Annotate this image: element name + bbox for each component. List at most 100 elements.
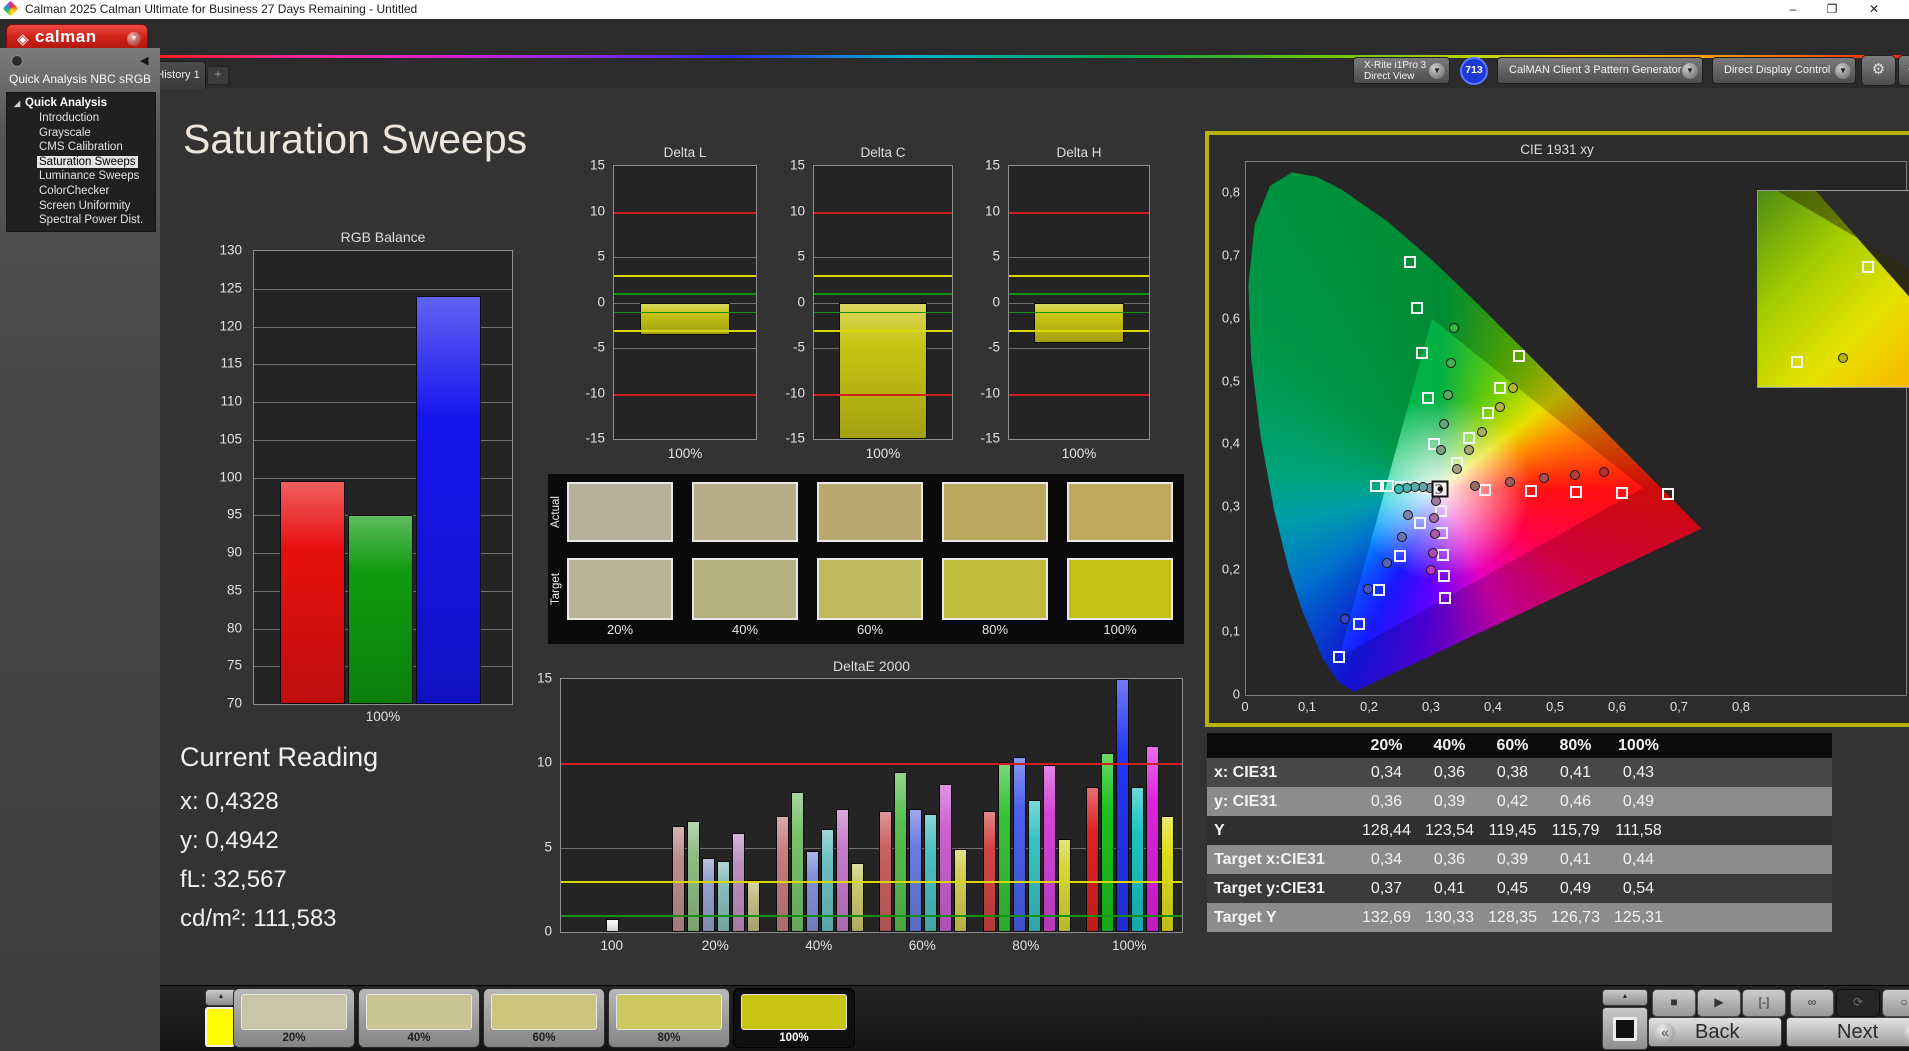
sidebar-item-introduction[interactable]: Introduction — [7, 111, 155, 126]
cie-target-square — [1438, 570, 1450, 582]
pattern-swatch — [741, 994, 847, 1030]
display-control-dropdown[interactable]: Direct Display Control ▼ — [1712, 57, 1856, 84]
gear-icon[interactable]: ⚙ — [1861, 55, 1896, 86]
meter-status-indicator — [1355, 59, 1359, 82]
delta_c-ytick: -5 — [793, 340, 805, 355]
results-table: 20%40%60%80%100%x: CIE310,340,360,380,41… — [1207, 733, 1832, 932]
sidebar-item-screen-uniformity[interactable]: Screen Uniformity — [7, 199, 155, 214]
pattern-button-60%[interactable]: 60% — [483, 988, 605, 1048]
delta_h-ytick: -5 — [988, 340, 1000, 355]
rgb-ytick: 70 — [227, 696, 242, 711]
delta_c-ytick: 5 — [797, 249, 805, 264]
next-button[interactable]: Next» — [1786, 1017, 1909, 1047]
table-row-label: Target y:CIE31 — [1207, 874, 1355, 903]
delta_l-ytick: 10 — [590, 203, 605, 218]
chevron-down-icon[interactable]: ▼ — [1835, 63, 1851, 79]
sidebar-item-cms-calibration[interactable]: CMS Calibration — [7, 140, 155, 155]
close-button[interactable]: ✕ — [1857, 0, 1891, 19]
rgb-ytick: 115 — [220, 356, 242, 371]
deltae-chart — [560, 678, 1183, 933]
sidebar-item-luminance-sweeps[interactable]: Luminance Sweeps — [7, 169, 155, 184]
sidebar-item-colorchecker[interactable]: ColorChecker — [7, 184, 155, 199]
collapse-panel-button[interactable]: ◀ — [1898, 55, 1909, 86]
pattern-source-dropdown[interactable]: CalMAN Client 3 Pattern Generator ▼ — [1497, 57, 1703, 84]
cie-measured-point — [1508, 383, 1518, 393]
minimize-button[interactable]: – — [1776, 0, 1810, 19]
cie-ytick: 0,3 — [1222, 498, 1240, 513]
delta_l-chart — [613, 165, 757, 440]
cie-title: CIE 1931 xy — [1209, 142, 1905, 157]
table-cell: 130,33 — [1418, 903, 1481, 932]
play-icon[interactable]: ▶ — [1697, 989, 1741, 1017]
page-title: Saturation Sweeps — [183, 116, 527, 163]
table-cell: 0,41 — [1544, 758, 1607, 787]
calman-app-window: Calman 2025 Calman Ultimate for Business… — [0, 0, 1909, 1051]
sidebar-item-saturation-sweeps[interactable]: Saturation Sweeps — [7, 155, 155, 170]
reference-line — [814, 275, 952, 277]
table-cell: 0,46 — [1544, 787, 1607, 816]
reference-line — [614, 212, 756, 214]
cie-measured-point — [1439, 419, 1449, 429]
current-reading-cdm: cd/m²: 111,583 — [180, 905, 337, 933]
gridline — [1009, 348, 1149, 349]
back-button[interactable]: «Back — [1648, 1017, 1782, 1047]
table-cell: 111,58 — [1607, 816, 1670, 845]
sidebar-dot-icon[interactable] — [11, 55, 23, 67]
cie-ytick: 0,6 — [1222, 310, 1240, 325]
table-cell: 0,39 — [1418, 787, 1481, 816]
deltae-xaxis: 10020%40%60%80%100% — [560, 936, 1183, 954]
refresh-icon[interactable]: ⟳ — [1836, 989, 1880, 1017]
rgb-ytick: 125 — [219, 280, 242, 295]
cie-target-square — [1479, 484, 1491, 496]
delta_c-ytick: -15 — [785, 431, 805, 446]
pattern-window-button[interactable] — [1602, 1007, 1648, 1050]
gridline — [1009, 257, 1149, 258]
cie-measured-point — [1495, 402, 1505, 412]
step-icon[interactable]: [-] — [1742, 989, 1786, 1017]
cie-measured-point — [1446, 358, 1456, 368]
pattern-button-80%[interactable]: 80% — [608, 988, 730, 1048]
delta_l-title: Delta L — [613, 145, 757, 160]
sidebar-item-grayscale[interactable]: Grayscale — [7, 126, 155, 141]
current-pattern-swatch[interactable] — [205, 1007, 235, 1047]
table-row-label: x: CIE31 — [1207, 758, 1355, 787]
stop-pattern-icon[interactable]: ■ — [1652, 989, 1696, 1017]
pattern-window-up-button[interactable]: ▲ — [1602, 989, 1648, 1006]
swatch-col-label: 100% — [1067, 622, 1173, 637]
cie-target-square — [1416, 347, 1428, 359]
table-row: Y128,44123,54119,45115,79111,58 — [1207, 816, 1832, 845]
chevron-down-icon[interactable]: ▼ — [1682, 63, 1698, 79]
tree-expand-icon[interactable]: ◢ — [14, 96, 20, 111]
cie-measured-point — [1429, 513, 1439, 523]
swatch-col-label: 60% — [817, 622, 923, 637]
sidebar-item-spectral-power-dist-[interactable]: Spectral Power Dist. — [7, 213, 155, 228]
delta_c-ytick: 10 — [790, 203, 805, 218]
table-cell: 0,36 — [1418, 845, 1481, 874]
cie-target-square — [1404, 256, 1416, 268]
meter-dropdown[interactable]: X-Rite i1Pro 3 Direct View ▼ — [1353, 57, 1450, 84]
current-reading-fL: fL: 32,567 — [180, 866, 287, 894]
delta_l-ytick: -5 — [593, 340, 605, 355]
record-icon[interactable]: ○ — [1882, 989, 1909, 1017]
cie-target-square — [1662, 488, 1674, 500]
deltae-group-40% — [768, 679, 872, 932]
deltae-group-60% — [872, 679, 976, 932]
chevron-down-icon[interactable]: ▼ — [127, 32, 141, 46]
pattern-button-40%[interactable]: 40% — [358, 988, 480, 1048]
continuous-icon[interactable]: ∞ — [1790, 989, 1834, 1017]
delta_c-bar — [839, 303, 927, 440]
add-tab-button[interactable]: + — [207, 66, 229, 85]
restore-button[interactable]: ❐ — [1815, 0, 1849, 19]
pattern-button-20%[interactable]: 20% — [233, 988, 355, 1048]
delta_l-ytick: -15 — [585, 431, 605, 446]
pattern-button-100%[interactable]: 100% — [733, 988, 855, 1048]
cie-1931-panel[interactable]: CIE 1931 xy 0,80,70,60,50,40,30,20,10 00… — [1205, 131, 1909, 727]
deltae-bar — [1043, 765, 1056, 932]
table-header-20%: 20% — [1355, 733, 1418, 758]
tree-root-quick-analysis[interactable]: ◢ Quick Analysis — [7, 96, 155, 111]
chevron-down-icon[interactable]: ▼ — [1429, 63, 1445, 79]
delta_l-xlabel: 100% — [613, 446, 757, 461]
sidebar-collapse-icon[interactable]: ◀ — [140, 54, 148, 67]
cie-xtick: 0,8 — [1732, 699, 1750, 714]
delta_l-ytick: -10 — [585, 385, 605, 400]
